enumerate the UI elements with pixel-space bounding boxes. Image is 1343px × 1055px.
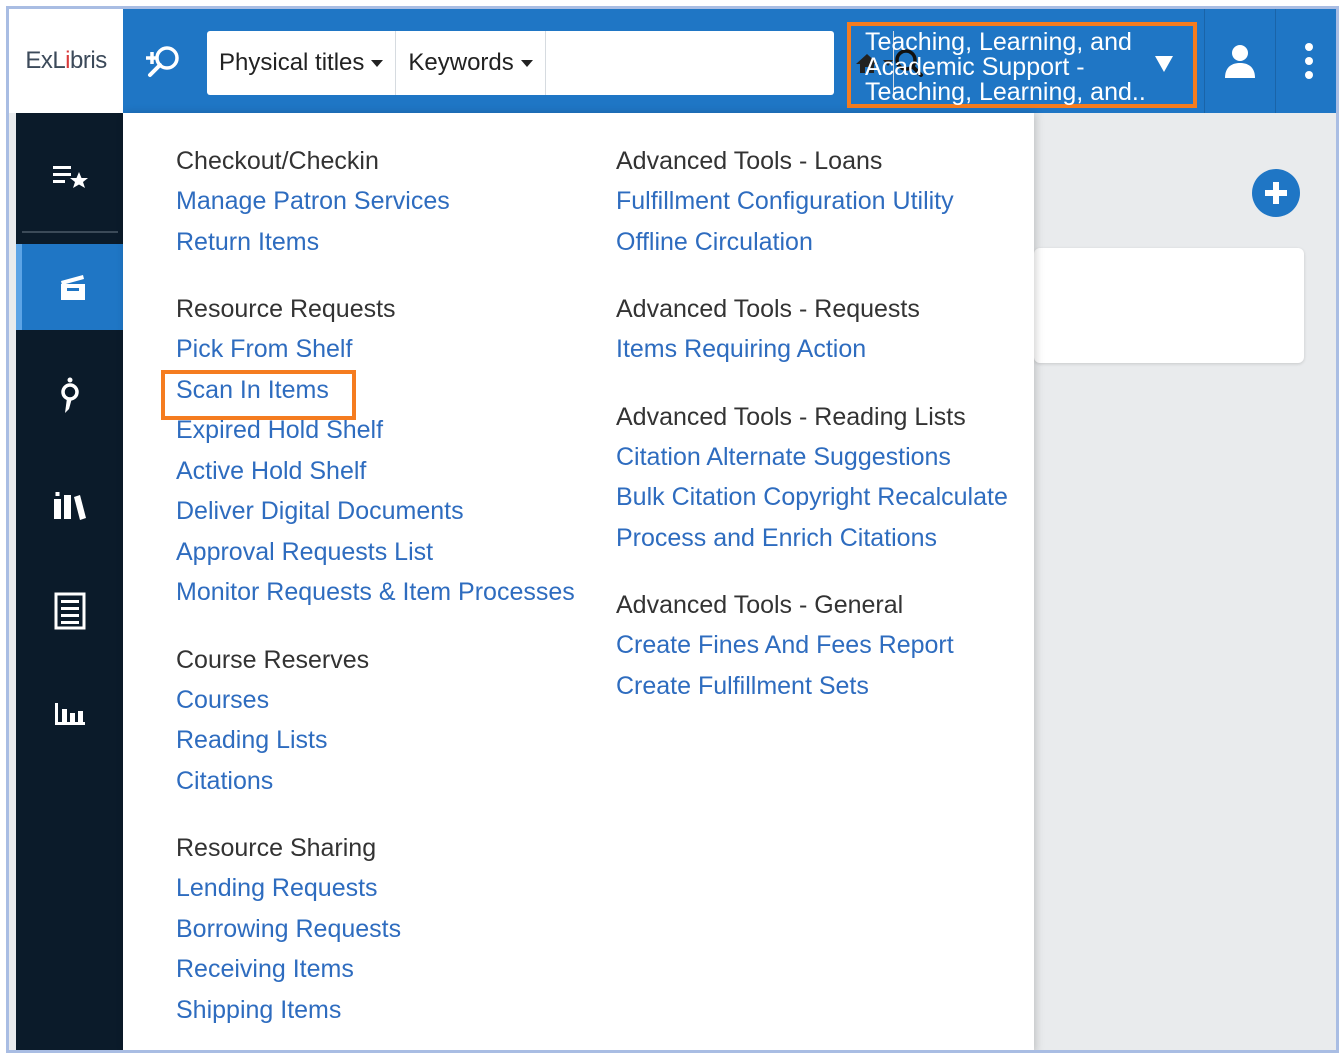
institution-line-2: Academic Support -: [865, 55, 1085, 80]
menu-link[interactable]: Lending Requests: [176, 868, 575, 909]
menu-link[interactable]: Bulk Citation Copyright Recalculate: [616, 477, 1008, 518]
menu-link[interactable]: Citation Alternate Suggestions: [616, 437, 1008, 478]
menu-link[interactable]: Monitor Requests & Item Processes: [176, 572, 575, 613]
institution-line-1: Teaching, Learning, and: [865, 30, 1132, 55]
content-card: [1034, 248, 1304, 363]
add-icon: [1265, 182, 1287, 204]
menu-link-scan-in-items[interactable]: Scan In Items: [161, 369, 575, 419]
menu-link[interactable]: Active Hold Shelf: [176, 451, 575, 492]
add-button[interactable]: [1252, 169, 1300, 217]
section-title: Resource Sharing: [176, 834, 377, 862]
menu-link[interactable]: Pick From Shelf: [176, 329, 575, 370]
menu-link[interactable]: Items Requiring Action: [616, 329, 1008, 370]
menu-link[interactable]: Create Fines And Fees Report: [616, 625, 1008, 666]
institution-selector[interactable]: Teaching, Learning, and Academic Support…: [847, 22, 1197, 108]
menu-link[interactable]: Create Fulfillment Sets: [616, 666, 1008, 707]
fulfillment-icon[interactable]: [16, 244, 123, 330]
menu-column-2: Advanced Tools - Loans Fulfillment Confi…: [616, 141, 1008, 706]
resources-icon[interactable]: [16, 463, 123, 549]
logo-text: ExLibris: [25, 47, 107, 74]
menu-link[interactable]: Receiving Items: [176, 949, 575, 990]
analytics-icon[interactable]: [16, 671, 123, 757]
logo[interactable]: ExLibris: [9, 9, 123, 113]
search-field-label: Keywords: [408, 49, 514, 76]
search-scope-dropdown[interactable]: Physical titles: [207, 31, 397, 95]
menu-link[interactable]: Citations: [176, 761, 575, 802]
chevron-down-icon: [371, 59, 384, 67]
menu-link[interactable]: Manage Patron Services: [176, 181, 575, 222]
menu-link[interactable]: Fulfillment Configuration Utility: [616, 181, 1008, 222]
section-title: Resource Requests: [176, 295, 396, 323]
advanced-search-icon[interactable]: [139, 39, 189, 85]
more-options-button[interactable]: [1275, 9, 1336, 113]
section-title: Advanced Tools - Requests: [616, 295, 920, 323]
app-window: ExLibris Physical titles Keywords Teachi…: [6, 6, 1339, 1053]
acquisitions-icon[interactable]: [16, 353, 123, 439]
menu-link[interactable]: Deliver Digital Documents: [176, 491, 575, 532]
search-field-dropdown[interactable]: Keywords: [396, 31, 546, 95]
admin-icon[interactable]: [16, 568, 123, 654]
search-bar: Physical titles Keywords: [207, 31, 923, 95]
menu-link[interactable]: Process and Enrich Citations: [616, 518, 1008, 559]
top-bar: ExLibris Physical titles Keywords Teachi…: [9, 9, 1336, 113]
nav-divider: [22, 231, 118, 233]
menu-column-1: Checkout/Checkin Manage Patron Services …: [161, 141, 575, 1031]
section-title: Advanced Tools - Loans: [616, 147, 883, 175]
starred-list-icon[interactable]: [16, 133, 123, 219]
menu-link[interactable]: Courses: [176, 680, 575, 721]
menu-link[interactable]: Return Items: [176, 222, 575, 263]
more-vertical-icon: [1305, 43, 1313, 79]
menu-link[interactable]: Approval Requests List: [176, 532, 575, 573]
menu-link[interactable]: Reading Lists: [176, 720, 575, 761]
section-title: Advanced Tools - General: [616, 591, 904, 619]
search-scope-label: Physical titles: [219, 49, 365, 76]
search-input[interactable]: [545, 31, 854, 95]
section-title: Course Reserves: [176, 645, 370, 674]
institution-line-3: Teaching, Learning, and...: [865, 80, 1148, 105]
chevron-down-icon: [520, 59, 533, 67]
chevron-down-icon: [1155, 56, 1173, 72]
fulfillment-menu: Checkout/Checkin Manage Patron Services …: [123, 113, 1034, 1050]
menu-link[interactable]: Shipping Items: [176, 990, 575, 1031]
menu-link[interactable]: Offline Circulation: [616, 222, 1008, 263]
section-title: Checkout/Checkin: [176, 147, 379, 175]
left-navigation: [16, 113, 123, 1050]
user-menu-button[interactable]: [1204, 9, 1274, 113]
menu-link[interactable]: Borrowing Requests: [176, 909, 575, 950]
user-icon: [1224, 45, 1255, 78]
section-title: Advanced Tools - Reading Lists: [616, 402, 966, 431]
